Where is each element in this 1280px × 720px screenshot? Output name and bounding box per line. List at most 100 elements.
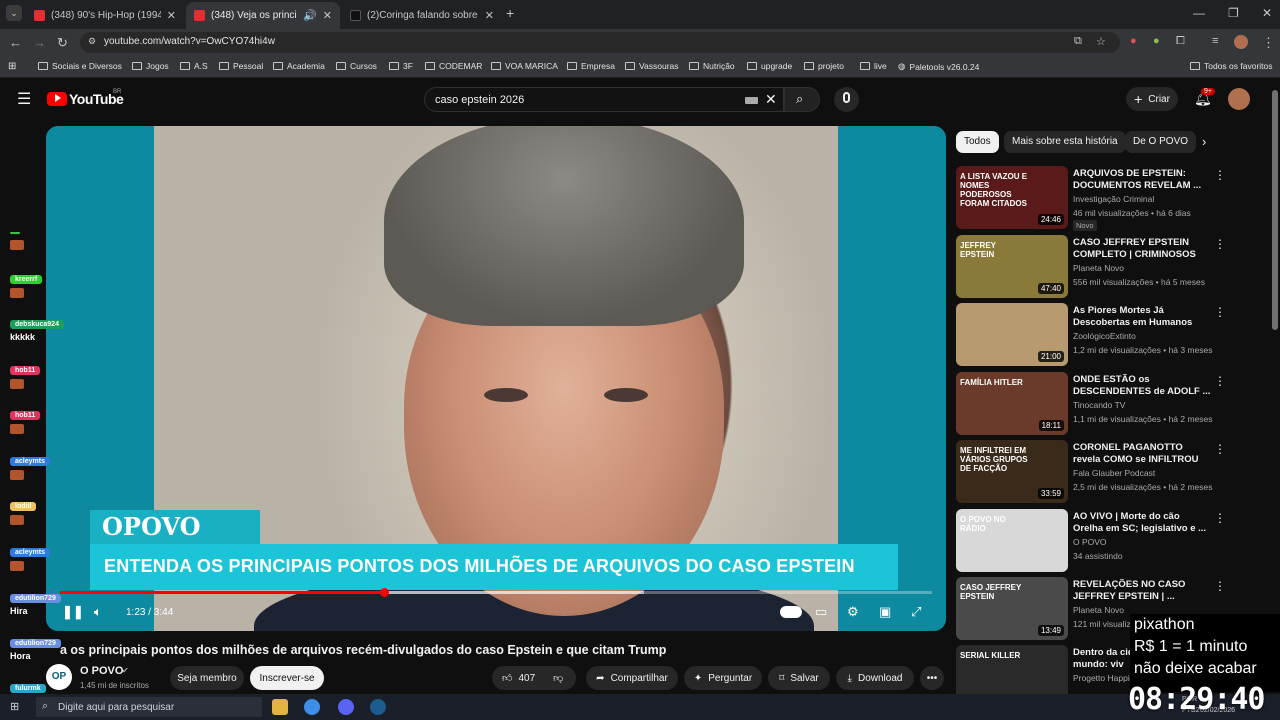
video-thumbnail[interactable]: JEFFREY EPSTEIN 47:40: [956, 235, 1068, 298]
autoplay-toggle[interactable]: [780, 606, 802, 618]
extension-icon[interactable]: ●: [1153, 35, 1160, 47]
windows-start-icon[interactable]: ⊞: [10, 700, 19, 713]
video-thumbnail[interactable]: A LISTA VAZOU E NOMES PODEROSOS FORAM CI…: [956, 166, 1068, 229]
recommendation-channel[interactable]: Planeta Novo: [1073, 263, 1124, 273]
tab-hiphop[interactable]: (348) 90's Hip-Hop (1994) [Lost ✕: [26, 2, 184, 29]
close-tab-icon[interactable]: ✕: [323, 9, 332, 22]
close-tab-icon[interactable]: ✕: [485, 9, 494, 22]
cast-icon[interactable]: ⧉: [1074, 35, 1082, 48]
more-options-icon[interactable]: ⋮: [1214, 511, 1226, 525]
bookmark-folder[interactable]: Pessoal: [219, 61, 263, 71]
more-options-icon[interactable]: ⋮: [1214, 442, 1226, 456]
recommendation-item[interactable]: A LISTA VAZOU E NOMES PODEROSOS FORAM CI…: [956, 166, 1226, 231]
more-options-icon[interactable]: ⋮: [1214, 374, 1226, 388]
more-options-icon[interactable]: ⋮: [1214, 579, 1226, 593]
settings-gear-icon[interactable]: ⚙: [847, 604, 859, 620]
progress-bar[interactable]: [60, 588, 932, 597]
audio-icon[interactable]: 🔊: [303, 9, 317, 22]
bookmark-folder[interactable]: 3F: [389, 61, 413, 71]
recommendation-channel[interactable]: ZoológicoExtinto: [1073, 331, 1136, 341]
recommendation-channel[interactable]: Tinocando TV: [1073, 400, 1125, 410]
new-tab-button[interactable]: +: [506, 5, 514, 21]
subscribe-button[interactable]: Inscrever-se: [250, 666, 324, 690]
recommendation-channel[interactable]: Planeta Novo: [1073, 605, 1124, 615]
channel-avatar[interactable]: OP: [46, 664, 72, 690]
bookmark-folder[interactable]: A.S: [180, 61, 208, 71]
video-thumbnail[interactable]: FAMÍLIA HITLER 18:11: [956, 372, 1068, 435]
close-tab-icon[interactable]: ✕: [167, 9, 176, 22]
chevron-right-icon[interactable]: ›: [1202, 134, 1206, 149]
forward-icon[interactable]: →: [33, 35, 46, 50]
join-button[interactable]: Seja membro: [170, 666, 244, 690]
video-thumbnail[interactable]: ME INFILTREI EM VÁRIOS GRUPOS DE FACÇÃO 3…: [956, 440, 1068, 503]
bookmark-star-icon[interactable]: ☆: [1096, 35, 1106, 48]
taskbar-search[interactable]: ⌕ Digite aqui para pesquisar: [36, 697, 262, 717]
dislike-icon[interactable]: 👎︎: [553, 672, 563, 684]
video-thumbnail[interactable]: 21:00: [956, 303, 1068, 366]
discord-icon[interactable]: [338, 699, 354, 715]
restore-icon[interactable]: ❐: [1228, 6, 1239, 20]
hamburger-menu-icon[interactable]: ☰: [17, 89, 31, 109]
more-options-icon[interactable]: ⋮: [1214, 305, 1226, 319]
bookmark-folder[interactable]: Nutrição: [689, 61, 735, 71]
media-control-icon[interactable]: ≡: [1212, 35, 1218, 47]
save-button[interactable]: ⌑ Salvar: [768, 666, 830, 690]
steam-icon[interactable]: [370, 699, 386, 715]
scrubber-handle[interactable]: [379, 588, 389, 597]
video-thumbnail[interactable]: CASO JEFFREY EPSTEIN 13:49: [956, 577, 1068, 640]
theater-mode-icon[interactable]: ▣: [879, 604, 891, 620]
subtitles-icon[interactable]: ▭: [815, 604, 827, 620]
clear-search-icon[interactable]: ✕: [765, 91, 777, 108]
recommendation-title[interactable]: REVELAÇÕES NO CASO JEFFREY EPSTEIN | ...: [1073, 579, 1211, 603]
bookmark-folder[interactable]: VOA MARICA: [491, 61, 558, 71]
bookmark-folder[interactable]: live: [860, 61, 887, 71]
ask-button[interactable]: ✦ Perguntar: [684, 666, 762, 690]
omnibox[interactable]: ⚙ youtube.com/watch?v=OwCYO74hi4w ⧉ ☆: [80, 32, 1120, 53]
keyboard-icon[interactable]: [745, 97, 758, 104]
recommendation-title[interactable]: ARQUIVOS DE EPSTEIN: DOCUMENTOS REVELAM …: [1073, 168, 1211, 192]
fullscreen-icon[interactable]: ⤢: [911, 604, 921, 620]
close-window-icon[interactable]: ✕: [1262, 6, 1272, 20]
chip-all[interactable]: Todos: [956, 131, 999, 153]
video-thumbnail[interactable]: O POVO NO RÁDIO: [956, 509, 1068, 572]
recommendation-item[interactable]: O POVO NO RÁDIO AO VIVO | Morte do cão Or…: [956, 509, 1226, 573]
bookmark-folder[interactable]: Empresa: [567, 61, 615, 71]
recommendation-title[interactable]: ONDE ESTÃO os DESCENDENTES de ADOLF ...: [1073, 374, 1211, 398]
recommendation-item[interactable]: FAMÍLIA HITLER 18:11 ONDE ESTÃO os DESCEND…: [956, 372, 1226, 436]
recommendation-item[interactable]: 21:00 As Piores Mortes Já Descobertas em …: [956, 303, 1226, 367]
all-bookmarks[interactable]: Todos os favoritos: [1190, 61, 1273, 71]
voice-search-button[interactable]: [834, 87, 859, 112]
chrome-icon[interactable]: [304, 699, 320, 715]
create-button[interactable]: + Criar: [1126, 87, 1178, 111]
chip-more-story[interactable]: Mais sobre esta história: [1004, 131, 1126, 153]
recommendation-item[interactable]: JEFFREY EPSTEIN 47:40 CASO JEFFREY EPSTEIN…: [956, 235, 1226, 299]
extension-icon[interactable]: ●: [1130, 35, 1137, 47]
minimize-icon[interactable]: —: [1193, 6, 1205, 20]
apps-icon[interactable]: ⊞: [8, 61, 16, 72]
page-scrollbar[interactable]: [1272, 90, 1278, 330]
reload-icon[interactable]: ↻: [57, 35, 68, 51]
share-button[interactable]: ➦ Compartilhar: [586, 666, 678, 690]
bookmark-folder[interactable]: Jogos: [132, 61, 169, 71]
like-count[interactable]: 407: [518, 673, 535, 684]
recommendation-item[interactable]: ME INFILTREI EM VÁRIOS GRUPOS DE FACÇÃO 3…: [956, 440, 1226, 504]
bookmark-folder[interactable]: CODEMAR: [425, 61, 482, 71]
profile-avatar[interactable]: [1234, 35, 1248, 49]
bookmark-folder[interactable]: Sociais e Diversos: [38, 61, 122, 71]
recommendation-channel[interactable]: O POVO: [1073, 537, 1107, 547]
more-options-icon[interactable]: ⋮: [1214, 168, 1226, 182]
recommendation-title[interactable]: As Piores Mortes Já Descobertas em Human…: [1073, 305, 1211, 329]
download-button[interactable]: ⤓ Download: [836, 666, 914, 690]
recommendation-title[interactable]: CORONEL PAGANOTTO revela COMO se INFILTR…: [1073, 442, 1211, 466]
site-info-icon[interactable]: ⚙: [88, 36, 96, 47]
channel-name[interactable]: O POVO: [80, 665, 123, 677]
recommendation-title[interactable]: AO VIVO | Morte do cão Orelha em SC; leg…: [1073, 511, 1211, 535]
chip-de-o-povo[interactable]: De O POVO: [1125, 131, 1197, 153]
bookmark-folder[interactable]: Vassouras: [625, 61, 679, 71]
search-input[interactable]: caso epstein 2026 ✕: [424, 87, 784, 112]
search-button[interactable]: ⌕: [784, 87, 820, 112]
recommendation-channel[interactable]: Investigação Criminal: [1073, 194, 1154, 204]
tab-epstein[interactable]: (348) Veja os principais pon 🔊 ✕: [186, 2, 340, 29]
bookmark-folder[interactable]: projeto: [804, 61, 844, 71]
tab-search-icon[interactable]: ⌄: [6, 5, 22, 21]
